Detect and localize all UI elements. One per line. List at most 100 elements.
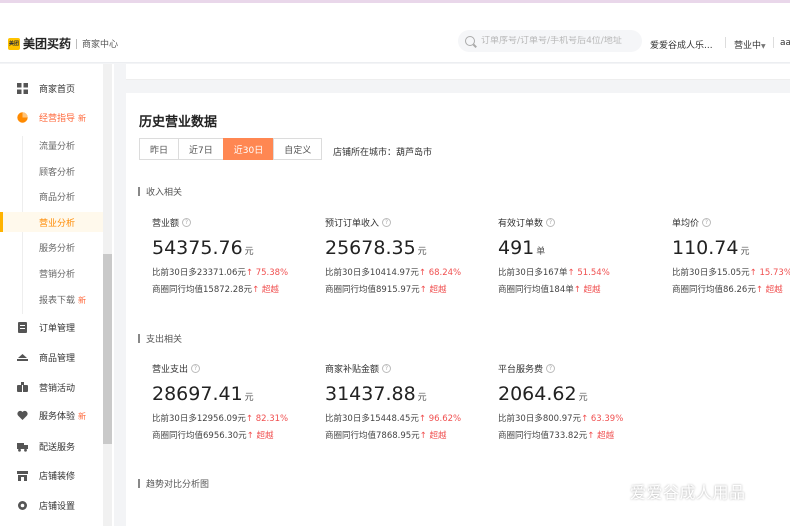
metric-label: 平台服务费 [498, 365, 544, 375]
sidebar-subitem-traffic[interactable]: 流量分析 [0, 135, 103, 155]
section-expense: 支出相关 [138, 332, 182, 345]
home-grid-icon [17, 82, 28, 94]
help-icon[interactable]: ? [182, 218, 192, 227]
metric-platform-fee: 平台服务费? 2064.62 元 比前30日多800.97元↑ 63.39% 商圈… [498, 362, 668, 441]
sidebar-item-label: 服务体验 [39, 411, 76, 422]
meituan-logo-icon: 美团 [8, 37, 20, 50]
sidebar-subitem-marketing[interactable]: 营销分析 [0, 263, 103, 283]
metric-change-pct: ↑ 96.62% [418, 414, 462, 424]
metric-peer-avg: 商圈同行均值8915.97元 [325, 285, 420, 295]
page-title: 历史营业数据 [139, 115, 218, 130]
metric-value: 25678.35 [325, 237, 416, 259]
sidebar-subitem-label: 报表下载 [39, 295, 76, 306]
watermark: 爱爱谷成人用品 [598, 479, 746, 503]
watermark-text: 爱爱谷成人用品 [630, 483, 746, 502]
sidebar-item-label: 商家首页 [39, 84, 76, 95]
sidebar-item-marketing[interactable]: 营销活动 [0, 376, 103, 398]
metric-change-pct: ↑ 68.24% [418, 268, 462, 278]
logo[interactable]: 美团 美团买药 商家中心 [8, 35, 118, 52]
sidebar-subitem-label: 服务分析 [39, 243, 76, 254]
metric-valid-orders: 有效订单数? 491 单 比前30日多167单↑ 51.54% 商圈同行均值184… [498, 216, 668, 295]
metric-change-pct: ↑ 75.38% [245, 268, 289, 278]
sidebar-subitem-service[interactable]: 服务分析 [0, 237, 103, 257]
help-icon[interactable]: ? [702, 218, 712, 227]
help-icon[interactable]: ? [191, 364, 201, 373]
header-divider [725, 37, 726, 48]
sidebar-item-label: 经营指导 [39, 113, 76, 124]
section-title: 支出相关 [146, 335, 183, 345]
sidebar-item-business-guide[interactable]: 经营指导新 [0, 106, 103, 128]
sidebar-subitem-report-download[interactable]: 报表下载新 [0, 289, 103, 309]
metric-label: 商家补贴金额 [325, 365, 380, 375]
sidebar-subitem-label: 商品分析 [39, 192, 76, 203]
metric-revenue: 营业额? 54375.76 元 比前30日多23371.06元↑ 75.38% 商… [152, 216, 322, 295]
metric-label: 营业支出 [152, 365, 189, 375]
store-name[interactable]: 爱爱谷成人乐... [650, 38, 713, 51]
help-icon[interactable]: ? [382, 364, 392, 373]
tab-custom[interactable]: 自定义 [273, 138, 323, 160]
sidebar-item-home[interactable]: 商家首页 [0, 77, 103, 99]
new-badge: 新 [78, 113, 87, 123]
sidebar-subitem-business[interactable]: 营业分析 [0, 212, 103, 232]
metric-compare: 比前30日多15.05元 [672, 268, 750, 278]
help-icon[interactable]: ? [546, 364, 556, 373]
metric-value: 54375.76 [152, 237, 243, 259]
delivery-icon [17, 442, 28, 452]
section-trend: 趋势对比分析图 [138, 477, 209, 490]
metric-change-pct: ↑ 63.39% [581, 414, 624, 424]
metric-change-pct: ↑ 82.31% [245, 414, 289, 424]
metric-value: 491 [498, 237, 535, 259]
date-range-tabs: 昨日 近7日 近30日 自定义 [139, 138, 323, 160]
metric-peer-avg: 商圈同行均值86.26元 [672, 285, 756, 295]
business-status: 营业中 [734, 41, 762, 51]
tab-last-7-days[interactable]: 近7日 [178, 138, 224, 160]
metric-compare: 比前30日多10414.97元 [325, 268, 419, 278]
sidebar-subitem-products[interactable]: 商品分析 [0, 186, 103, 206]
store-city: 店铺所在城市：葫芦岛市 [333, 148, 433, 158]
metric-exceed: ↑ 超越 [419, 285, 447, 295]
marketing-icon [17, 381, 28, 392]
tab-last-30-days[interactable]: 近30日 [222, 138, 275, 160]
sidebar-item-products[interactable]: 商品管理 [0, 346, 103, 368]
sidebar-subitem-customers[interactable]: 顾客分析 [0, 161, 103, 181]
search-box[interactable] [458, 30, 642, 52]
metric-change-pct: ↑ 15.73% [749, 268, 790, 278]
sidebar-scrollbar-thumb[interactable] [103, 254, 112, 444]
metric-unit: 元 [244, 247, 254, 257]
user-account[interactable]: aa [780, 38, 790, 48]
metric-exceed: ↑ 超越 [246, 431, 274, 441]
sidebar-item-label: 配送服务 [39, 442, 76, 453]
metric-exceed: ↑ 超越 [755, 285, 783, 295]
logo-subtitle: 商家中心 [82, 40, 119, 50]
section-income: 收入相关 [138, 185, 182, 198]
chevron-down-icon: ▼ [761, 43, 766, 50]
sidebar-item-label: 店铺设置 [39, 501, 76, 512]
section-title: 趋势对比分析图 [146, 480, 210, 490]
tab-yesterday[interactable]: 昨日 [139, 138, 180, 160]
order-icon [18, 321, 27, 333]
search-input[interactable] [481, 36, 641, 46]
metric-avg-order-price: 单均价? 110.74 元 比前30日多15.05元↑ 15.73% 商圈同行均值… [672, 216, 790, 295]
sidebar-item-delivery[interactable]: 配送服务 [0, 435, 103, 457]
metric-value: 2064.62 [498, 383, 577, 405]
business-status-dropdown[interactable]: 营业中▼ [734, 38, 766, 51]
metric-unit: 元 [417, 393, 427, 403]
sidebar-item-store-decoration[interactable]: 店铺装修 [0, 464, 103, 486]
wechat-icon [598, 481, 624, 501]
metric-value: 28697.41 [152, 383, 243, 405]
help-icon[interactable]: ? [382, 218, 392, 227]
section-marker [138, 479, 140, 488]
sidebar-item-service-experience[interactable]: 服务体验新 [0, 404, 103, 426]
metric-compare: 比前30日多12956.09元 [152, 414, 246, 424]
metric-peer-avg: 商圈同行均值733.82元 [498, 431, 588, 441]
metric-exceed: ↑ 超越 [587, 431, 615, 441]
sidebar-item-store-settings[interactable]: 店铺设置 [0, 494, 103, 516]
sidebar-item-label: 订单管理 [39, 323, 76, 334]
metric-exceed: ↑ 超越 [419, 431, 447, 441]
metric-unit: 元 [417, 247, 427, 257]
help-icon[interactable]: ? [546, 218, 556, 227]
sidebar-item-orders[interactable]: 订单管理 [0, 316, 103, 338]
section-title: 收入相关 [146, 188, 183, 198]
metric-unit: 单 [536, 247, 546, 257]
metric-business-expense: 营业支出? 28697.41 元 比前30日多12956.09元↑ 82.31% … [152, 362, 322, 441]
